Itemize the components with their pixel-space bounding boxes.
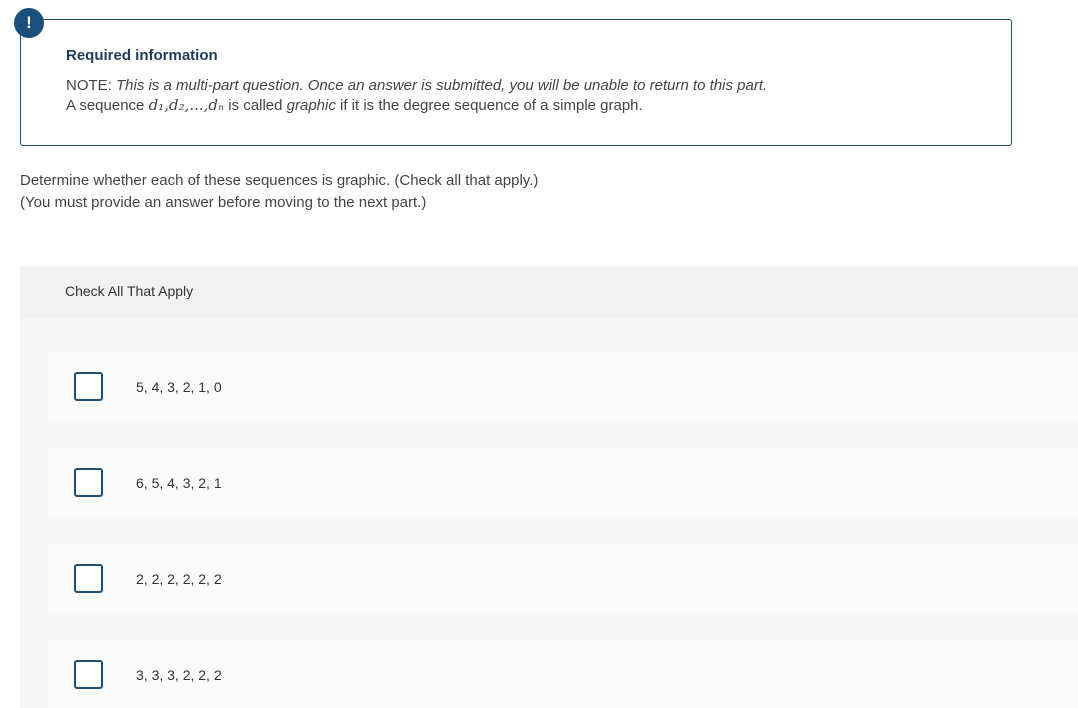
question-prompt: Determine whether each of these sequence… [20, 170, 538, 214]
check-all-header: Check All That Apply [20, 266, 1078, 319]
required-information-box: Required information NOTE: This is a mul… [20, 19, 1012, 146]
prompt-text: Determine whether each of these sequence… [20, 172, 539, 189]
answer-options: 5, 4, 3, 2, 1, 0 6, 5, 4, 3, 2, 1 2, 2, … [20, 319, 1078, 708]
exclamation-icon: ! [14, 8, 44, 38]
option-row[interactable]: 5, 4, 3, 2, 1, 0 [48, 352, 1078, 422]
answer-requirement: (You must provide an answer before movin… [20, 194, 427, 211]
checkbox[interactable] [74, 468, 103, 497]
note-text: This is a multi-part question. Once an a… [116, 77, 768, 94]
option-label[interactable]: 6, 5, 4, 3, 2, 1 [136, 475, 222, 491]
definition-prefix: A sequence [66, 97, 149, 114]
graphic-definition: A sequence d₁,d₂,...,dₙ is called graphi… [66, 96, 643, 114]
option-row[interactable]: 3, 3, 3, 2, 2, 2 [48, 640, 1078, 708]
definition-middle: is called [224, 97, 287, 114]
question-page: Required information NOTE: This is a mul… [0, 0, 1078, 708]
checkbox[interactable] [74, 564, 103, 593]
multi-part-note: NOTE: This is a multi-part question. Onc… [66, 77, 767, 94]
definition-term: graphic [286, 97, 336, 114]
option-row[interactable]: 6, 5, 4, 3, 2, 1 [48, 448, 1078, 518]
sequence-notation: d₁,d₂,...,dₙ [148, 96, 225, 114]
note-prefix: NOTE: [66, 77, 117, 94]
required-information-title: Required information [66, 47, 218, 64]
option-row[interactable]: 2, 2, 2, 2, 2, 2 [48, 544, 1078, 614]
option-label[interactable]: 2, 2, 2, 2, 2, 2 [136, 571, 222, 587]
checkbox[interactable] [74, 660, 103, 689]
check-all-label: Check All That Apply [65, 283, 194, 299]
option-label[interactable]: 3, 3, 3, 2, 2, 2 [136, 667, 222, 683]
option-label[interactable]: 5, 4, 3, 2, 1, 0 [136, 379, 222, 395]
definition-suffix: if it is the degree sequence of a simple… [335, 97, 643, 114]
checkbox[interactable] [74, 372, 103, 401]
